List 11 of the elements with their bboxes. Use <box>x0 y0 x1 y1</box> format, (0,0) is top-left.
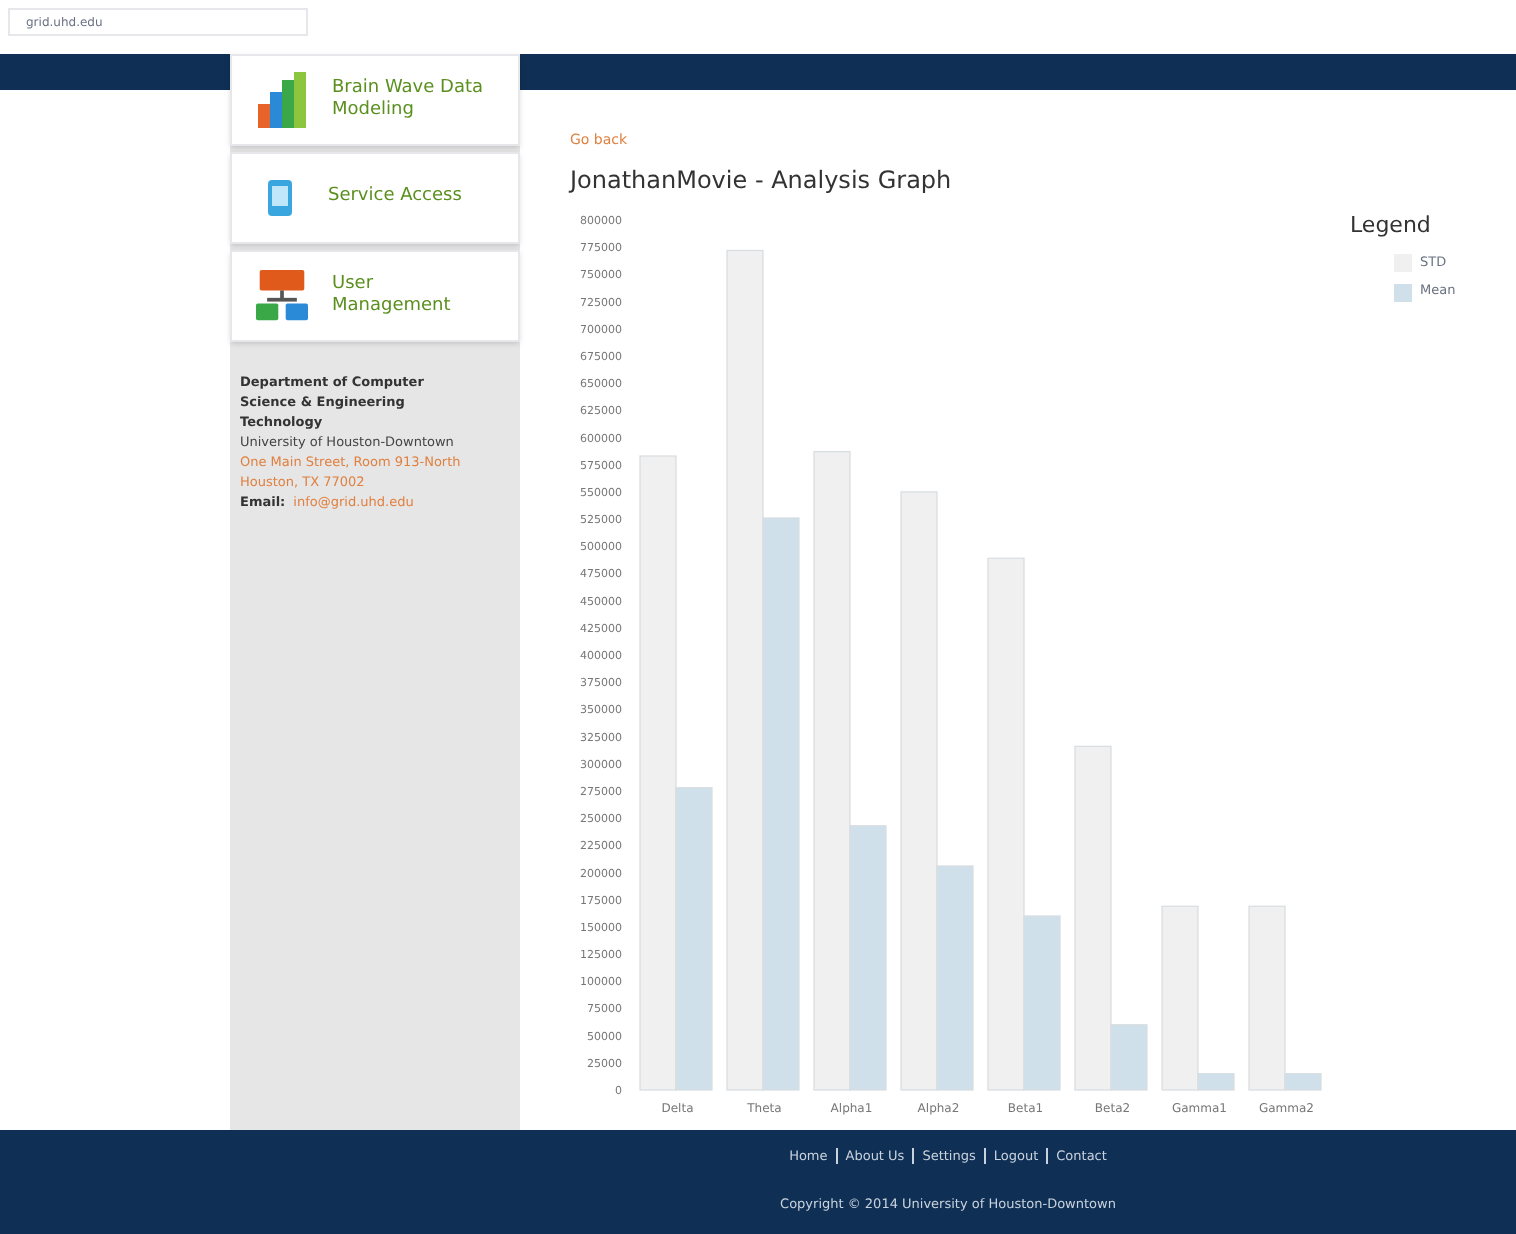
sidebar-item-label: Brain Wave Data Modeling <box>332 77 486 123</box>
phone-icon <box>267 180 292 216</box>
sidebar-item-label: User Management <box>332 273 453 319</box>
network-icon <box>256 268 308 324</box>
sidebar-item-label: Service Access <box>327 186 464 210</box>
sidebar-item[interactable]: User Management <box>230 250 520 342</box>
page-title: JonathanMovie - Analysis Graph <box>570 168 954 192</box>
sidebar-item[interactable]: Service Access <box>230 152 520 244</box>
legend-title: Legend <box>1350 210 1433 242</box>
sidebar-item[interactable]: Brain Wave Data Modeling <box>230 54 520 146</box>
bar-chart-icon <box>256 72 308 128</box>
